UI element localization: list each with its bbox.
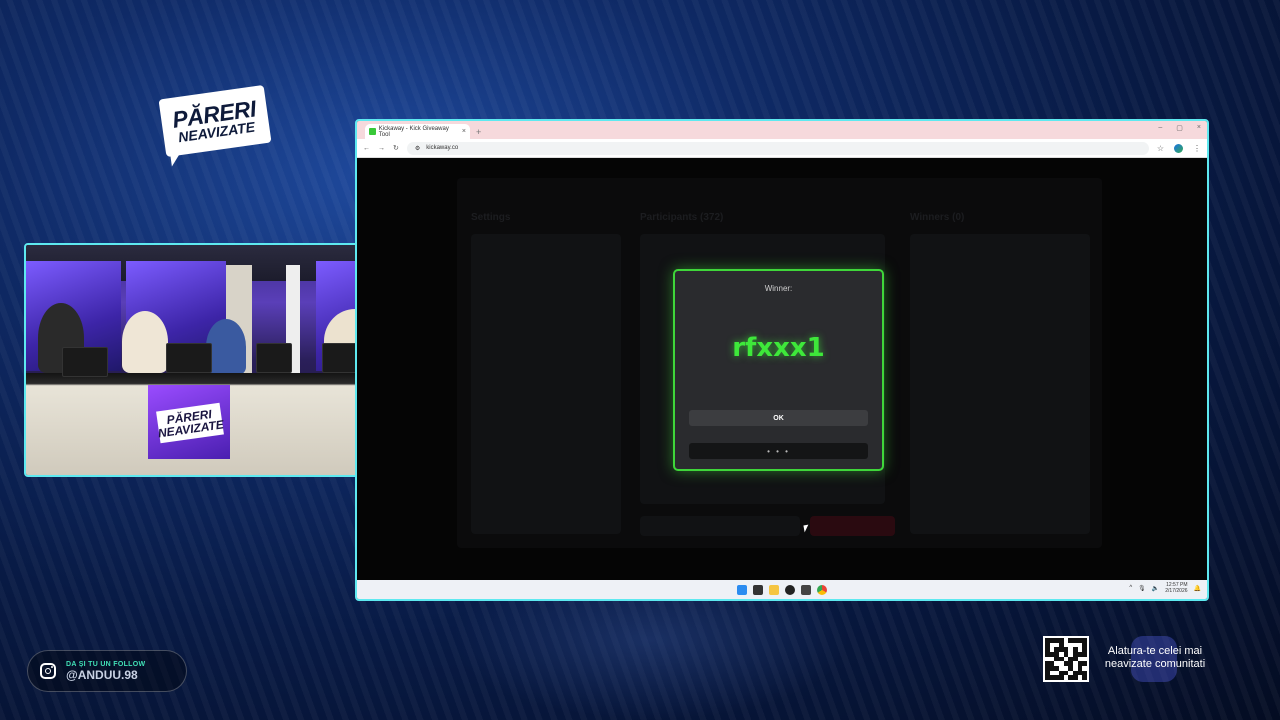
- tab-title: Kickaway - Kick Giveaway Tool: [378, 125, 449, 138]
- system-tray: ^ 🎙 🔈 12:57 PM 2/17/2026 🔔: [1129, 582, 1201, 594]
- host-2: [122, 311, 168, 373]
- roll-button[interactable]: [810, 516, 895, 536]
- settings-panel: [471, 234, 621, 534]
- instagram-icon: [40, 663, 56, 679]
- laptop-2: [166, 343, 212, 373]
- url-text: kickaway.co: [426, 145, 459, 151]
- winner-modal: Winner: rfxxx1 OK • • •: [673, 269, 884, 471]
- mouse-cursor-icon: [803, 524, 810, 533]
- tray-overflow-icon[interactable]: ^: [1129, 585, 1132, 591]
- terminal-icon[interactable]: [801, 584, 811, 595]
- url-field[interactable]: ⚙ kickaway.co: [406, 141, 1149, 155]
- bookmark-star-icon[interactable]: ☆: [1157, 144, 1164, 153]
- instagram-handle: @ANDUU.98: [66, 667, 138, 682]
- qr-code: [1043, 636, 1089, 682]
- browser-tab[interactable]: Kickaway - Kick Giveaway Tool ×: [365, 124, 470, 139]
- kickaway-page: Settings Participants (372) Winners (0) …: [357, 158, 1207, 582]
- profile-avatar[interactable]: [1174, 143, 1183, 153]
- browser-menu-icon[interactable]: ⋮: [1193, 144, 1201, 153]
- qr-module: [1082, 675, 1087, 680]
- windows-taskbar: ^ 🎙 🔈 12:57 PM 2/17/2026 🔔: [357, 580, 1207, 599]
- winners-heading: Winners (0): [910, 212, 965, 223]
- clock[interactable]: 12:57 PM 2/17/2026: [1165, 582, 1187, 594]
- settings-heading: Settings: [471, 212, 511, 223]
- file-explorer-icon[interactable]: [769, 584, 779, 595]
- site-info-icon[interactable]: ⚙: [415, 145, 420, 152]
- chrome-icon[interactable]: [817, 584, 827, 595]
- address-bar-row: ← → ↻ ⚙ kickaway.co ☆ ⋮: [357, 139, 1207, 158]
- winners-panel: [910, 234, 1090, 534]
- instagram-follow: DA ȘI TU UN FOLLOW @ANDUU.98: [27, 650, 187, 692]
- notification-bell-icon[interactable]: 🔔: [1194, 585, 1201, 592]
- back-icon[interactable]: ←: [363, 145, 370, 152]
- maximize-button[interactable]: ▢: [1176, 124, 1183, 132]
- start-icon[interactable]: [737, 584, 747, 595]
- participants-heading: Participants (372): [640, 212, 724, 223]
- volume-icon[interactable]: 🔈: [1152, 585, 1159, 592]
- reset-button[interactable]: [640, 516, 800, 536]
- host-3: [206, 319, 246, 375]
- instagram-text: DA ȘI TU UN FOLLOW @ANDUU.98: [66, 661, 145, 682]
- address-bar-actions: ☆ ⋮: [1157, 143, 1201, 153]
- new-tab-button[interactable]: +: [476, 127, 481, 137]
- laptop-1: [62, 347, 108, 377]
- microphone-icon[interactable]: 🎙: [1138, 585, 1146, 592]
- tab-close-icon[interactable]: ×: [462, 128, 466, 135]
- kickaway-favicon-icon: [369, 128, 376, 135]
- close-window-button[interactable]: ×: [1197, 124, 1201, 132]
- show-logo: PĂRERI NEAVIZATE: [158, 84, 272, 158]
- laptop-3: [256, 343, 292, 373]
- clock-date: 2/17/2026: [1165, 588, 1188, 594]
- browser-window: Kickaway - Kick Giveaway Tool × + – ▢ × …: [355, 119, 1209, 601]
- forward-icon[interactable]: →: [378, 145, 385, 152]
- minimize-button[interactable]: –: [1158, 124, 1162, 132]
- tab-bar: Kickaway - Kick Giveaway Tool × + – ▢ ×: [357, 121, 1207, 139]
- obs-icon[interactable]: [785, 584, 795, 595]
- more-options-button[interactable]: • • •: [689, 443, 868, 459]
- community-text: Alatura-te celei mai neavizate comunitat…: [1104, 645, 1206, 670]
- instagram-subtitle: DA ȘI TU UN FOLLOW: [66, 660, 146, 668]
- window-controls: – ▢ ×: [1158, 124, 1201, 132]
- winner-name: rfxxx1: [732, 333, 825, 363]
- taskbar-apps: [737, 584, 827, 595]
- ok-button[interactable]: OK: [689, 410, 868, 426]
- reload-icon[interactable]: ↻: [393, 144, 399, 152]
- winner-label: Winner:: [764, 284, 793, 293]
- app-icon[interactable]: [753, 584, 763, 595]
